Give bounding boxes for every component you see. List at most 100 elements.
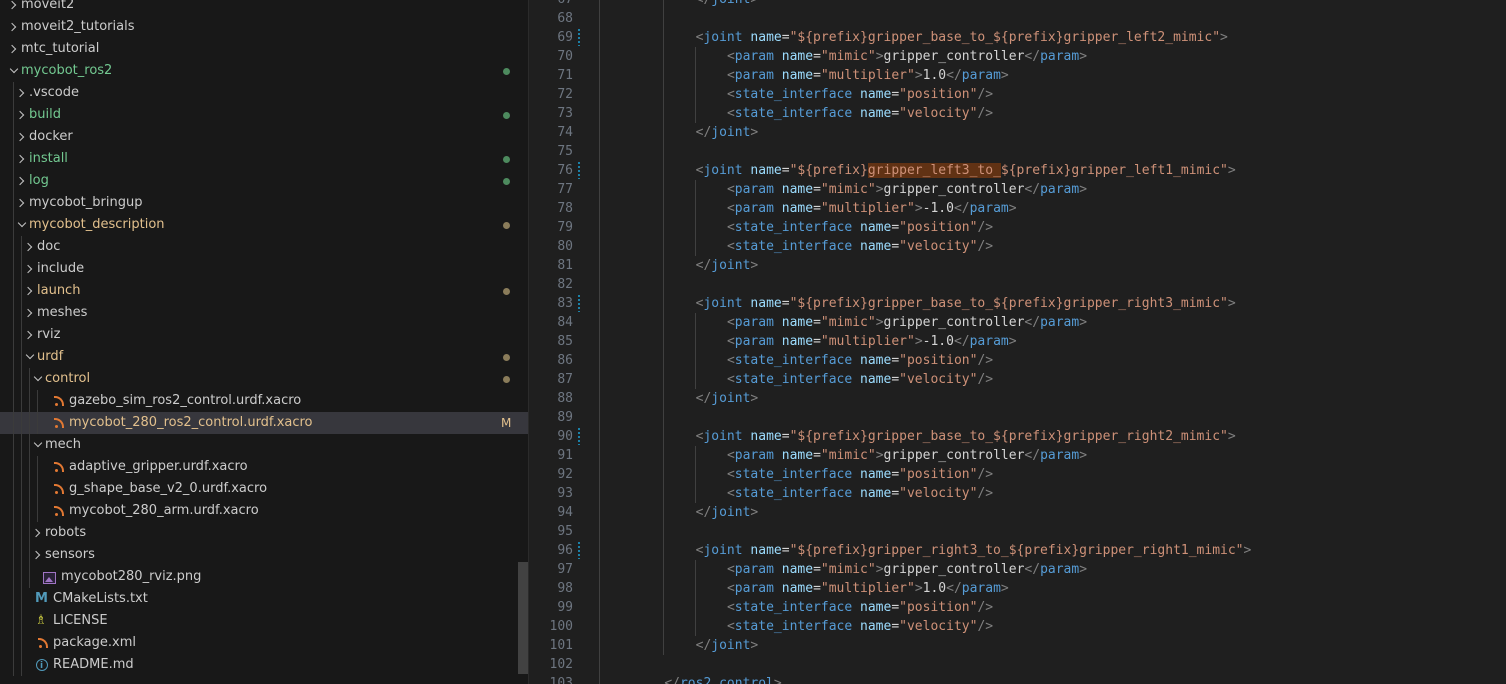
code-text: </joint> <box>696 123 759 142</box>
code-line[interactable]: 67 </joint> <box>529 0 1506 9</box>
code-editor[interactable]: 67</joint>6869<joint name="${prefix}grip… <box>529 0 1506 684</box>
code-line[interactable]: 92 <state_interface name="position"/> <box>529 465 1506 484</box>
code-token: </ <box>946 581 962 596</box>
code-line[interactable]: 97 <param name="mimic">gripper_controller… <box>529 560 1506 579</box>
explorer-item[interactable]: mycobot_description <box>0 214 528 236</box>
code-line[interactable]: 99 <state_interface name="position"/> <box>529 598 1506 617</box>
explorer-item[interactable]: docker <box>0 126 528 148</box>
code-line[interactable]: 69 <joint name="${prefix}gripper_base_to_… <box>529 28 1506 47</box>
explorer-item[interactable]: adaptive_gripper.urdf.xacro <box>0 456 528 478</box>
code-line[interactable]: 100 <state_interface name="velocity"/> <box>529 617 1506 636</box>
code-line[interactable]: 88 </joint> <box>529 389 1506 408</box>
code-line[interactable]: 101 </joint> <box>529 636 1506 655</box>
code-text: </joint> <box>696 0 759 9</box>
explorer-item[interactable]: launch <box>0 280 528 302</box>
code-line[interactable]: 74 </joint> <box>529 123 1506 142</box>
code-line[interactable]: 94 </joint> <box>529 503 1506 522</box>
code-line[interactable]: 71 <param name="multiplier">1.0</param> <box>529 66 1506 85</box>
explorer-item[interactable]: moveit2_tutorials <box>0 16 528 38</box>
code-line[interactable]: 76 <joint name="${prefix}gripper_left3_to… <box>529 161 1506 180</box>
explorer-item[interactable]: g_shape_base_v2_0.urdf.xacro <box>0 478 528 500</box>
code-line[interactable]: 73 <state_interface name="velocity"/> <box>529 104 1506 123</box>
code-line[interactable]: 98 <param name="multiplier">1.0</param> <box>529 579 1506 598</box>
modified-gutter-indicator[interactable] <box>578 295 580 312</box>
explorer-item[interactable]: ♗ LICENSE <box>0 610 528 632</box>
code-token: </ <box>695 125 712 140</box>
explorer-item[interactable]: meshes <box>0 302 528 324</box>
code-line[interactable]: 93 <state_interface name="velocity"/> <box>529 484 1506 503</box>
code-line[interactable]: 89 <box>529 408 1506 427</box>
code-token: > <box>875 315 884 330</box>
explorer-item[interactable]: gazebo_sim_ros2_control.urdf.xacro <box>0 390 528 412</box>
code-token: </ <box>1024 49 1041 64</box>
explorer-item[interactable]: mycobot_280_arm.urdf.xacro <box>0 500 528 522</box>
explorer-item[interactable]: robots <box>0 522 528 544</box>
explorer-item[interactable]: moveit2 <box>0 0 528 16</box>
explorer-item[interactable]: doc <box>0 236 528 258</box>
explorer-item[interactable]: rviz <box>0 324 528 346</box>
code-token: "velocity" <box>899 619 978 634</box>
explorer-item[interactable]: M CMakeLists.txt <box>0 588 528 610</box>
code-line[interactable]: 70 <param name="mimic">gripper_controller… <box>529 47 1506 66</box>
indent-guide <box>599 0 600 684</box>
explorer-scrollbar-thumb[interactable] <box>518 562 528 674</box>
code-line[interactable]: 81 </joint> <box>529 256 1506 275</box>
code-text: <param name="mimic">gripper_controller</… <box>727 180 1087 199</box>
code-line[interactable]: 80 <state_interface name="velocity"/> <box>529 237 1506 256</box>
code-line[interactable]: 75 <box>529 142 1506 161</box>
explorer-item[interactable]: mycobot280_rviz.png <box>0 566 528 588</box>
code-token: < <box>726 562 735 577</box>
code-token: state_interface <box>734 600 853 615</box>
explorer-item-label: rviz <box>37 327 61 342</box>
code-line[interactable]: 86 <state_interface name="position"/> <box>529 351 1506 370</box>
code-line[interactable]: 82 <box>529 275 1506 294</box>
modified-gutter-indicator[interactable] <box>578 162 580 179</box>
code-line[interactable]: 87 <state_interface name="velocity"/> <box>529 370 1506 389</box>
explorer-item[interactable]: urdf <box>0 346 528 368</box>
code-line[interactable]: 102 <box>529 655 1506 674</box>
modified-gutter-indicator[interactable] <box>578 542 580 559</box>
explorer-item[interactable]: build <box>0 104 528 126</box>
explorer-item[interactable]: include <box>0 258 528 280</box>
explorer-item[interactable]: install <box>0 148 528 170</box>
code-line[interactable]: 90 <joint name="${prefix}gripper_base_to_… <box>529 427 1506 446</box>
modified-gutter-indicator[interactable] <box>578 428 580 445</box>
code-line[interactable]: 96 <joint name="${prefix}gripper_right3_t… <box>529 541 1506 560</box>
code-line[interactable]: 83 <joint name="${prefix}gripper_base_to_… <box>529 294 1506 313</box>
explorer-item[interactable]: .vscode <box>0 82 528 104</box>
code-token: name <box>750 163 782 178</box>
explorer-item[interactable]: sensors <box>0 544 528 566</box>
code-token: "${prefix}gripper_base_to_${prefix}gripp… <box>789 429 1228 444</box>
explorer-item[interactable]: mech <box>0 434 528 456</box>
explorer-item[interactable]: control <box>0 368 528 390</box>
code-token: = <box>813 68 821 83</box>
code-line[interactable]: 79 <state_interface name="position"/> <box>529 218 1506 237</box>
code-line[interactable]: 91 <param name="mimic">gripper_controller… <box>529 446 1506 465</box>
code-line[interactable]: 84 <param name="mimic">gripper_controller… <box>529 313 1506 332</box>
code-token: > <box>750 391 759 406</box>
explorer-item-label: doc <box>37 239 61 254</box>
git-status-dot <box>503 354 510 361</box>
modified-gutter-indicator[interactable] <box>578 29 580 46</box>
explorer-item[interactable]: mycobot_bringup <box>0 192 528 214</box>
code-line[interactable]: 95 <box>529 522 1506 541</box>
explorer-item[interactable]: package.xml <box>0 632 528 654</box>
code-line[interactable]: 103 </ros2_control> <box>529 674 1506 684</box>
explorer-item[interactable]: mtc_tutorial <box>0 38 528 60</box>
code-line[interactable]: 78 <param name="multiplier">-1.0</param> <box>529 199 1506 218</box>
explorer-item[interactable]: mycobot_ros2 <box>0 60 528 82</box>
code-line[interactable]: 72 <state_interface name="position"/> <box>529 85 1506 104</box>
code-token: gripper_controller <box>883 315 1025 330</box>
explorer-item[interactable]: README.md <box>0 654 528 677</box>
code-line[interactable]: 68 <box>529 9 1506 28</box>
explorer-item[interactable]: log <box>0 170 528 192</box>
code-line[interactable]: 85 <param name="multiplier">-1.0</param> <box>529 332 1506 351</box>
code-line[interactable]: 77 <param name="mimic">gripper_controller… <box>529 180 1506 199</box>
explorer-item[interactable]: mycobot_280_ros2_control.urdf.xacro M <box>0 412 528 434</box>
code-token: > <box>875 49 884 64</box>
code-token: > <box>1079 315 1088 330</box>
vscode-window: moveit2 moveit2_tutorials mtc_tutorial myco… <box>0 0 1506 684</box>
